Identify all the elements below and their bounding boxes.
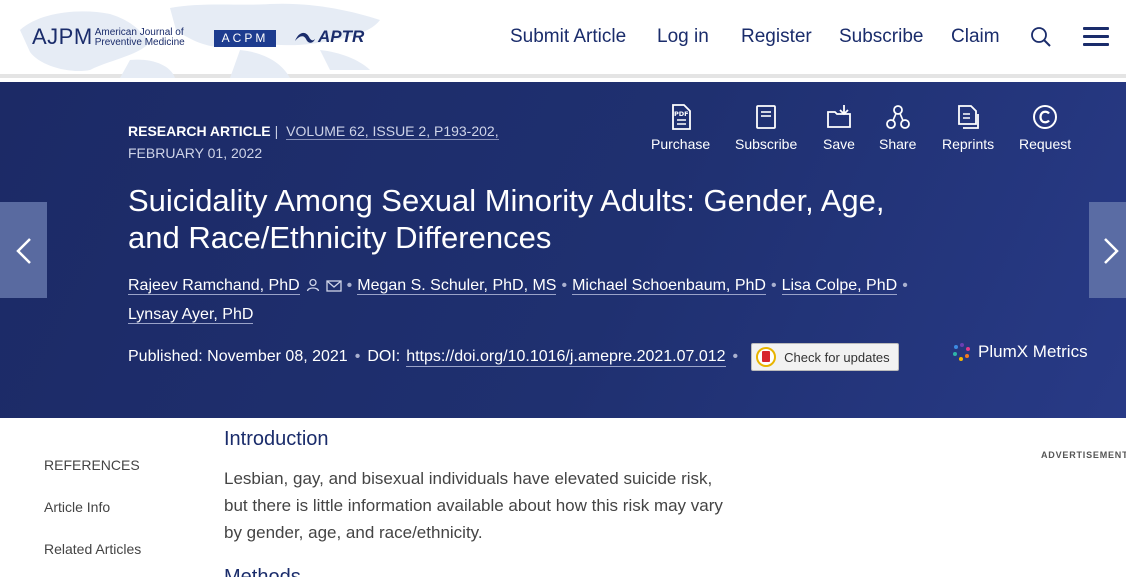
author-5[interactable]: Lynsay Ayer, PhD bbox=[128, 306, 254, 324]
purchase-label: Purchase bbox=[651, 136, 711, 152]
check-for-updates-label: Check for updates bbox=[784, 349, 890, 365]
chevron-right-icon bbox=[1104, 238, 1119, 264]
share-label: Share bbox=[879, 136, 917, 152]
share-button[interactable]: Share bbox=[879, 104, 916, 152]
logo-abbr: AJPM bbox=[32, 24, 93, 49]
section-heading-methods: Methods bbox=[224, 566, 301, 577]
copyright-icon bbox=[1033, 105, 1058, 129]
subscribe-action-button[interactable]: Subscribe bbox=[735, 104, 797, 152]
sidenav-article-info[interactable]: Article Info bbox=[44, 499, 110, 515]
article-actions: PDF Purchase Subscribe Save Share Reprin… bbox=[640, 104, 1100, 164]
journal-icon bbox=[756, 105, 777, 129]
article-type: RESEARCH ARTICLE bbox=[128, 123, 271, 139]
published-date: November 08, 2021 bbox=[207, 348, 348, 365]
chevron-left-icon bbox=[16, 238, 31, 264]
nav-claim[interactable]: Claim bbox=[951, 26, 1000, 48]
acpm-logo[interactable]: ACPM bbox=[214, 30, 276, 47]
plumx-metrics-link[interactable]: PlumX Metrics bbox=[952, 342, 1088, 362]
plumx-label: PlumX Metrics bbox=[978, 342, 1088, 361]
person-icon[interactable] bbox=[306, 278, 320, 292]
article-header-band: RESEARCH ARTICLE | VOLUME 62, ISSUE 2, P1… bbox=[0, 82, 1126, 418]
nav-submit-article[interactable]: Submit Article bbox=[510, 26, 626, 48]
nav-register[interactable]: Register bbox=[741, 26, 812, 48]
issue-date: FEBRUARY 01, 2022 bbox=[128, 145, 263, 161]
search-icon[interactable] bbox=[1030, 26, 1052, 48]
advertisement-label: ADVERTISEMENT bbox=[1041, 450, 1126, 460]
logo-line2: Preventive Medicine bbox=[94, 37, 185, 48]
save-folder-icon bbox=[827, 105, 851, 128]
aptr-logo[interactable]: APTR bbox=[294, 27, 364, 47]
section-heading-introduction: Introduction bbox=[224, 428, 329, 450]
author-2[interactable]: Megan S. Schuler, PhD, MS bbox=[357, 277, 557, 295]
ajpm-logo[interactable]: AJPM American Journal of Preventive Medi… bbox=[32, 24, 185, 50]
share-icon bbox=[885, 105, 910, 129]
reprints-icon bbox=[958, 105, 979, 129]
article-title: Suicidality Among Sexual Minority Adults… bbox=[128, 183, 885, 255]
request-label: Request bbox=[1019, 136, 1072, 152]
reprints-button[interactable]: Reprints bbox=[942, 104, 994, 152]
crossmark-icon bbox=[756, 347, 777, 367]
sidenav-references[interactable]: REFERENCES bbox=[44, 457, 140, 473]
purchase-button[interactable]: PDF Purchase bbox=[651, 104, 710, 152]
subscribe-action-label: Subscribe bbox=[735, 136, 798, 152]
nav-subscribe[interactable]: Subscribe bbox=[839, 26, 924, 48]
author-4[interactable]: Lisa Colpe, PhD bbox=[781, 277, 898, 295]
nav-log-in[interactable]: Log in bbox=[657, 26, 709, 48]
published-label: Published: bbox=[128, 348, 203, 365]
email-icon[interactable] bbox=[325, 280, 342, 292]
article-meta: RESEARCH ARTICLE | VOLUME 62, ISSUE 2, P1… bbox=[128, 120, 528, 164]
request-button[interactable]: Request bbox=[1019, 104, 1071, 152]
publication-line: Published: November 08, 2021 • DOI: http… bbox=[128, 343, 899, 371]
hamburger-menu-icon[interactable] bbox=[1083, 27, 1109, 47]
plumx-icon bbox=[953, 343, 970, 361]
author-1[interactable]: Rajeev Ramchand, PhD bbox=[128, 277, 300, 295]
author-list: Rajeev Ramchand, PhD • Megan S. Schuler, P… bbox=[128, 277, 908, 324]
previous-article-button[interactable] bbox=[0, 202, 47, 298]
aptr-swoosh-icon bbox=[295, 32, 315, 43]
pdf-icon: PDF bbox=[671, 104, 691, 130]
doi-link[interactable]: https://doi.org/10.1016/j.amepre.2021.07… bbox=[406, 348, 726, 367]
author-3[interactable]: Michael Schoenbaum, PhD bbox=[572, 277, 766, 295]
site-header: AJPM American Journal of Preventive Medi… bbox=[0, 0, 1126, 78]
aptr-text: APTR bbox=[318, 27, 365, 46]
article-abstract: Introduction Lesbian, gay, and bisexual … bbox=[224, 428, 724, 577]
doi-label: DOI: bbox=[367, 348, 401, 365]
save-label: Save bbox=[823, 136, 855, 152]
save-button[interactable]: Save bbox=[823, 104, 855, 152]
svg-text:PDF: PDF bbox=[674, 110, 689, 118]
check-for-updates-button[interactable]: Check for updates bbox=[751, 343, 899, 371]
next-article-button[interactable] bbox=[1089, 202, 1126, 298]
introduction-paragraph: Lesbian, gay, and bisexual individuals h… bbox=[224, 469, 723, 542]
volume-issue-link[interactable]: VOLUME 62, ISSUE 2, P193-202, bbox=[286, 123, 499, 140]
sidenav-related-articles[interactable]: Related Articles bbox=[44, 541, 141, 557]
reprints-label: Reprints bbox=[942, 136, 995, 152]
